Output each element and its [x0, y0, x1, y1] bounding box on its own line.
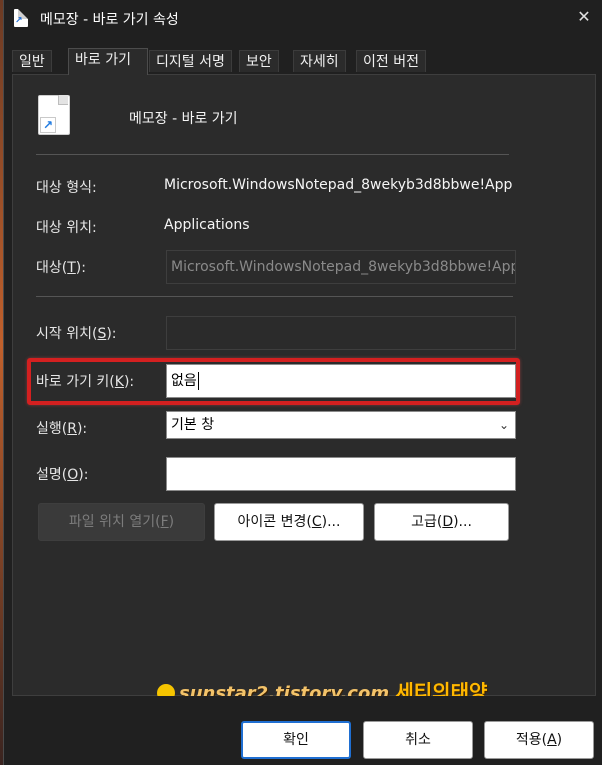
divider [36, 154, 509, 155]
notepad-shortcut-icon: ↗ [38, 95, 70, 135]
target-location-label: 대상 위치: [36, 220, 97, 236]
apply-button[interactable]: 적용(A) [484, 721, 594, 759]
properties-dialog: ↗ 메모장 - 바로 가기 속성 ✕ 일반 바로 가기 디지털 서명 보안 자세… [3, 0, 602, 765]
tab-digital-signature[interactable]: 디지털 서명 [149, 50, 232, 72]
shortcut-name: 메모장 - 바로 가기 [129, 111, 238, 127]
target-location-value: Applications [164, 217, 250, 233]
tab-general[interactable]: 일반 [12, 50, 52, 72]
shortcut-file-icon: ↗ [14, 9, 28, 27]
target-type-label: 대상 형식: [36, 180, 97, 196]
advanced-button[interactable]: 고급(D)... [374, 503, 509, 541]
comment-label: 설명(O): [36, 467, 89, 483]
window-title: 메모장 - 바로 가기 속성 [40, 12, 179, 28]
highlight-box [27, 358, 520, 405]
target-label: 대상(T): [36, 260, 86, 276]
start-in-label: 시작 위치(S): [36, 326, 117, 342]
close-icon[interactable]: ✕ [573, 6, 595, 28]
tab-shortcut[interactable]: 바로 가기 [68, 48, 148, 75]
open-file-location-button[interactable]: 파일 위치 열기(F) [38, 503, 205, 541]
comment-input[interactable] [166, 457, 516, 491]
tab-strip: 일반 바로 가기 디지털 서명 보안 자세히 이전 버전 [12, 48, 596, 75]
chevron-down-icon: ⌄ [498, 418, 509, 432]
tab-details[interactable]: 자세히 [293, 50, 346, 72]
cancel-button[interactable]: 취소 [363, 721, 473, 759]
target-type-value: Microsoft.WindowsNotepad_8wekyb3d8bbwe!A… [164, 177, 513, 193]
tab-security[interactable]: 보안 [239, 50, 279, 72]
run-dropdown[interactable]: 기본 창 ⌄ [166, 411, 516, 439]
title-bar: ↗ 메모장 - 바로 가기 속성 ✕ [4, 0, 602, 36]
start-in-field[interactable] [166, 316, 516, 350]
target-field[interactable]: Microsoft.WindowsNotepad_8wekyb3d8bbwe!A… [166, 250, 516, 284]
divider [36, 296, 513, 297]
tab-previous-versions[interactable]: 이전 버전 [356, 50, 426, 72]
change-icon-button[interactable]: 아이콘 변경(C)... [214, 503, 364, 541]
ok-button[interactable]: 확인 [241, 721, 351, 759]
run-label: 실행(R): [36, 421, 88, 437]
